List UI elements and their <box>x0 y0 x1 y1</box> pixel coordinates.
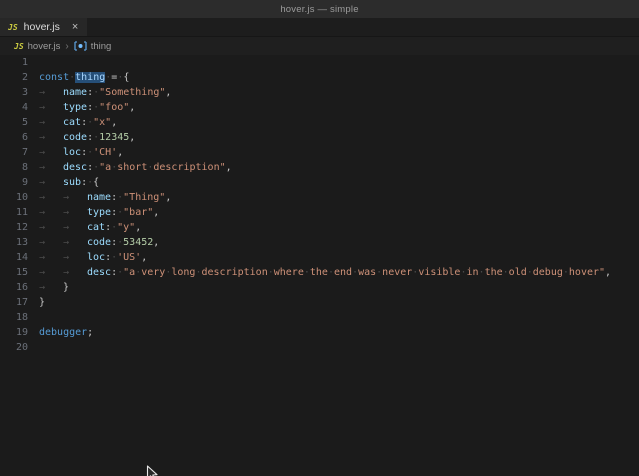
line-number[interactable]: 14 <box>0 250 28 265</box>
editor-lines: 12const·thing·=·{3→name:·"Something",4→t… <box>0 55 639 355</box>
code-line[interactable]: 9→sub:·{ <box>0 175 639 190</box>
code-text: →type:·"foo", <box>28 100 135 115</box>
line-number[interactable]: 13 <box>0 235 28 250</box>
tab-whitespace-icon: → <box>39 130 63 145</box>
chevron-right-icon: › <box>65 41 68 52</box>
line-number[interactable]: 8 <box>0 160 28 175</box>
tab-whitespace-icon: → <box>39 205 63 220</box>
code-text: →cat:·"x", <box>28 115 117 130</box>
code-text: →code:·12345, <box>28 130 135 145</box>
code-text: →→code:·53452, <box>28 235 159 250</box>
code-text: →name:·"Something", <box>28 85 171 100</box>
code-text: →→desc:·"a·very·long·description·where·t… <box>28 265 611 280</box>
line-number[interactable]: 7 <box>0 145 28 160</box>
tab-whitespace-icon: → <box>63 235 87 250</box>
code-line[interactable]: 15→→desc:·"a·very·long·description·where… <box>0 265 639 280</box>
line-number[interactable]: 12 <box>0 220 28 235</box>
javascript-file-icon: JS <box>8 23 18 32</box>
line-number[interactable]: 5 <box>0 115 28 130</box>
code-line[interactable]: 13→→code:·53452, <box>0 235 639 250</box>
code-text: } <box>28 295 45 310</box>
line-number[interactable]: 9 <box>0 175 28 190</box>
title-bar: hover.js — simple <box>0 0 639 18</box>
tab-hover-js[interactable]: JS hover.js × <box>0 18 87 36</box>
code-line[interactable]: 19debugger; <box>0 325 639 340</box>
tab-whitespace-icon: → <box>63 250 87 265</box>
close-icon[interactable]: × <box>72 22 78 33</box>
breadcrumb-symbol[interactable]: thing <box>74 41 112 52</box>
line-number[interactable]: 15 <box>0 265 28 280</box>
code-text: →→cat:·"y", <box>28 220 141 235</box>
tab-whitespace-icon: → <box>39 235 63 250</box>
code-text: →} <box>28 280 69 295</box>
tab-whitespace-icon: → <box>39 265 63 280</box>
tab-whitespace-icon: → <box>39 115 63 130</box>
code-text <box>28 340 39 355</box>
code-line[interactable]: 14→→loc:·'US', <box>0 250 639 265</box>
tab-whitespace-icon: → <box>39 85 63 100</box>
line-number[interactable]: 11 <box>0 205 28 220</box>
code-line[interactable]: 11→→type:·"bar", <box>0 205 639 220</box>
tab-bar: JS hover.js × <box>0 18 639 37</box>
tab-whitespace-icon: → <box>63 220 87 235</box>
code-line[interactable]: 10→→name:·"Thing", <box>0 190 639 205</box>
tab-whitespace-icon: → <box>39 175 63 190</box>
line-number[interactable]: 18 <box>0 310 28 325</box>
line-number[interactable]: 6 <box>0 130 28 145</box>
tab-whitespace-icon: → <box>63 205 87 220</box>
tab-whitespace-icon: → <box>63 265 87 280</box>
tab-whitespace-icon: → <box>39 190 63 205</box>
javascript-file-icon: JS <box>14 42 24 51</box>
code-line[interactable]: 20 <box>0 340 639 355</box>
line-number[interactable]: 17 <box>0 295 28 310</box>
tab-whitespace-icon: → <box>39 100 63 115</box>
window-title: hover.js — simple <box>280 4 358 15</box>
breadcrumb-file[interactable]: JS hover.js <box>14 41 60 52</box>
tab-whitespace-icon: → <box>39 145 63 160</box>
tab-whitespace-icon: → <box>39 280 63 295</box>
code-line[interactable]: 5→cat:·"x", <box>0 115 639 130</box>
tab-whitespace-icon: → <box>63 190 87 205</box>
vscode-window: hover.js — simple JS hover.js × JS hover… <box>0 0 639 476</box>
code-text: →→name:·"Thing", <box>28 190 171 205</box>
code-line[interactable]: 4→type:·"foo", <box>0 100 639 115</box>
editor[interactable]: 12const·thing·=·{3→name:·"Something",4→t… <box>0 55 639 476</box>
code-line[interactable]: 2const·thing·=·{ <box>0 70 639 85</box>
code-line[interactable]: 6→code:·12345, <box>0 130 639 145</box>
line-number[interactable]: 10 <box>0 190 28 205</box>
symbol-variable-icon <box>74 41 87 51</box>
line-number[interactable]: 4 <box>0 100 28 115</box>
code-line[interactable]: 1 <box>0 55 639 70</box>
mouse-cursor-icon <box>146 465 159 476</box>
breadcrumb: JS hover.js › thing <box>0 37 639 55</box>
tab-whitespace-icon: → <box>39 160 63 175</box>
tab-whitespace-icon: → <box>39 220 63 235</box>
line-number[interactable]: 20 <box>0 340 28 355</box>
line-number[interactable]: 19 <box>0 325 28 340</box>
code-text <box>28 310 39 325</box>
code-text <box>28 55 39 70</box>
line-number[interactable]: 2 <box>0 70 28 85</box>
code-line[interactable]: 17} <box>0 295 639 310</box>
code-text: →loc:·'CH', <box>28 145 123 160</box>
code-line[interactable]: 18 <box>0 310 639 325</box>
code-line[interactable]: 7→loc:·'CH', <box>0 145 639 160</box>
code-text: const·thing·=·{ <box>28 70 129 85</box>
code-text: debugger; <box>28 325 93 340</box>
tab-label: hover.js <box>24 21 60 33</box>
line-number[interactable]: 3 <box>0 85 28 100</box>
tab-whitespace-icon: → <box>39 250 63 265</box>
code-text: →→loc:·'US', <box>28 250 147 265</box>
code-line[interactable]: 12→→cat:·"y", <box>0 220 639 235</box>
code-line[interactable]: 8→desc:·"a·short·description", <box>0 160 639 175</box>
line-number[interactable]: 1 <box>0 55 28 70</box>
breadcrumb-symbol-label: thing <box>91 41 112 52</box>
code-text: →desc:·"a·short·description", <box>28 160 232 175</box>
breadcrumb-file-label: hover.js <box>28 41 61 52</box>
code-line[interactable]: 16→} <box>0 280 639 295</box>
code-text: →→type:·"bar", <box>28 205 159 220</box>
line-number[interactable]: 16 <box>0 280 28 295</box>
code-text: →sub:·{ <box>28 175 99 190</box>
code-line[interactable]: 3→name:·"Something", <box>0 85 639 100</box>
